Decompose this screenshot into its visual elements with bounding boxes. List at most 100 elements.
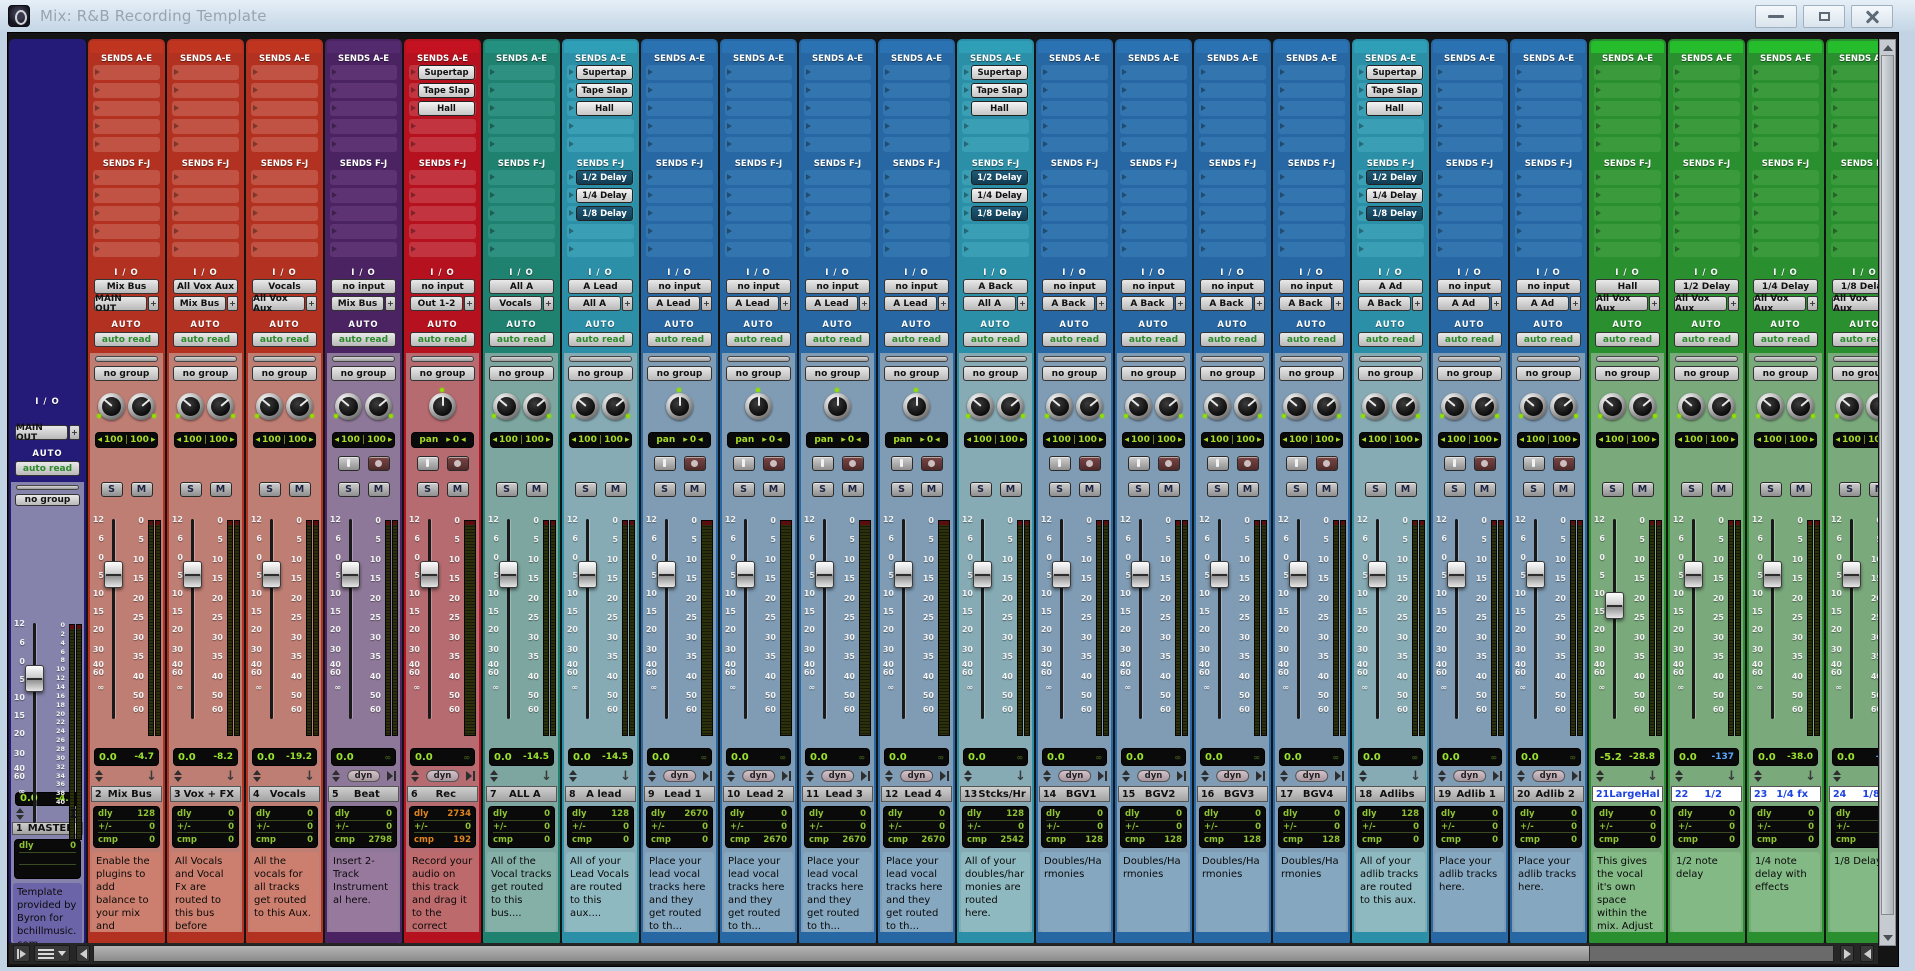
pan-knob[interactable] xyxy=(429,393,456,420)
output-window-button[interactable]: + xyxy=(306,296,317,311)
input-monitor-button[interactable] xyxy=(733,456,755,471)
volume-display[interactable]: 0.0-19.2 xyxy=(252,748,317,766)
pan-knob-right[interactable] xyxy=(1629,393,1656,420)
send-slot[interactable] xyxy=(172,206,239,221)
send-slot[interactable] xyxy=(409,242,476,257)
track-name[interactable]: 21LargeHal xyxy=(1592,786,1663,802)
pan-knob-left[interactable] xyxy=(1204,393,1231,420)
send-slot[interactable]: 1/4 Delay xyxy=(1357,188,1424,203)
minimize-button[interactable] xyxy=(1755,5,1797,28)
send-slot[interactable] xyxy=(93,188,160,203)
fader-thumb[interactable] xyxy=(25,665,44,692)
send-slot[interactable] xyxy=(1436,137,1503,152)
mute-button[interactable]: M xyxy=(131,482,153,497)
send-slot[interactable] xyxy=(725,119,792,134)
send-slot[interactable] xyxy=(804,242,871,257)
volume-display[interactable]: 0.0∞ xyxy=(1200,748,1265,766)
mute-button[interactable]: M xyxy=(1316,482,1338,497)
group-selector[interactable]: no group xyxy=(1595,366,1660,381)
input-selector[interactable]: All A xyxy=(489,279,554,294)
stepper-arrows[interactable] xyxy=(1517,770,1525,782)
record-enable-button[interactable] xyxy=(1079,456,1101,471)
track-name[interactable]: 15BGV2 xyxy=(1118,786,1189,802)
stepper-arrows[interactable] xyxy=(95,770,103,782)
fader-track[interactable] xyxy=(981,519,984,719)
send-slot[interactable] xyxy=(646,83,713,98)
solo-button[interactable]: S xyxy=(970,482,992,497)
mute-button[interactable]: M xyxy=(684,482,706,497)
mute-button[interactable]: M xyxy=(1395,482,1417,497)
pan-knob-right[interactable] xyxy=(207,393,234,420)
output-selector[interactable]: A Back xyxy=(1042,296,1095,311)
fader-track[interactable] xyxy=(586,519,589,719)
send-slot[interactable] xyxy=(1041,224,1108,239)
send-slot[interactable] xyxy=(1041,119,1108,134)
track-name[interactable]: 8A lead xyxy=(565,786,636,802)
output-window-button[interactable]: + xyxy=(148,296,159,311)
send-slot[interactable] xyxy=(251,224,318,239)
send-slot[interactable] xyxy=(1436,242,1503,257)
output-window-button[interactable]: + xyxy=(1333,296,1344,311)
send-slot[interactable] xyxy=(804,137,871,152)
stepper-arrows[interactable] xyxy=(1438,770,1446,782)
send-button[interactable]: Tape Slap xyxy=(418,83,475,98)
automation-mode-selector[interactable]: auto read xyxy=(252,332,317,347)
send-slot[interactable] xyxy=(251,119,318,134)
output-window-button[interactable]: + xyxy=(1096,296,1107,311)
track-comment[interactable]: All Vocals and Vocal Fx are routed to th… xyxy=(171,852,240,932)
fader-thumb[interactable] xyxy=(104,561,123,588)
output-window-button[interactable]: + xyxy=(1570,296,1581,311)
stepper-arrows[interactable] xyxy=(569,770,577,782)
mute-button[interactable]: M xyxy=(1553,482,1575,497)
fader-thumb[interactable] xyxy=(1131,561,1150,588)
input-selector[interactable]: no input xyxy=(1200,279,1265,294)
stepper-arrows[interactable] xyxy=(253,770,261,782)
pan-display[interactable]: ◂100|100▸ xyxy=(1438,432,1501,448)
volume-display[interactable]: -5.2-28.8 xyxy=(1595,748,1660,766)
pan-knob-left[interactable] xyxy=(1362,393,1389,420)
send-slot[interactable] xyxy=(1278,101,1345,116)
pan-knob-right[interactable] xyxy=(286,393,313,420)
output-window-button[interactable]: + xyxy=(622,296,633,311)
mute-button[interactable]: M xyxy=(289,482,311,497)
send-slot[interactable] xyxy=(488,137,555,152)
send-slot[interactable] xyxy=(1199,101,1266,116)
track-comment[interactable]: 1/4 note delay with effects xyxy=(1751,852,1820,932)
pan-knob-right[interactable] xyxy=(1550,393,1577,420)
stepper-arrows[interactable] xyxy=(1596,770,1604,782)
send-slot[interactable] xyxy=(1436,65,1503,80)
stepper-arrows[interactable] xyxy=(411,770,419,782)
pan-knob-left[interactable] xyxy=(493,393,520,420)
send-slot[interactable] xyxy=(1515,83,1582,98)
track-comment[interactable]: Place your adlib tracks here. xyxy=(1514,852,1583,932)
send-slot[interactable]: 1/2 Delay xyxy=(1357,170,1424,185)
input-selector[interactable]: 1/8 Delay xyxy=(1832,279,1878,294)
automation-mode-selector[interactable]: auto read xyxy=(1674,332,1739,347)
send-slot[interactable] xyxy=(962,224,1029,239)
input-monitor-button[interactable] xyxy=(654,456,676,471)
mute-button[interactable]: M xyxy=(842,482,864,497)
input-selector[interactable]: Vocals xyxy=(252,279,317,294)
pan-display[interactable]: ◂100|100▸ xyxy=(964,432,1027,448)
send-slot[interactable] xyxy=(1041,137,1108,152)
record-enable-button[interactable] xyxy=(842,456,864,471)
send-slot[interactable] xyxy=(1831,137,1878,152)
automation-mode-selector[interactable]: auto read xyxy=(1437,332,1502,347)
group-selector[interactable]: no group xyxy=(410,366,475,381)
send-button[interactable]: Supertap xyxy=(576,65,633,80)
send-slot[interactable] xyxy=(883,119,950,134)
voice-selector-dyn[interactable]: dyn xyxy=(742,770,776,782)
input-selector[interactable]: Mix Bus xyxy=(94,279,159,294)
track-comment[interactable]: All the vocals for all tracks get routed… xyxy=(250,852,319,932)
automation-mode-selector[interactable]: auto read xyxy=(1200,332,1265,347)
send-slot[interactable] xyxy=(1673,170,1740,185)
fader-thumb[interactable] xyxy=(736,561,755,588)
pan-knob-left[interactable] xyxy=(1599,393,1626,420)
output-window-button[interactable]: + xyxy=(1807,296,1818,311)
pan-display[interactable]: ◂100|100▸ xyxy=(1122,432,1185,448)
send-slot[interactable] xyxy=(330,224,397,239)
fader-track[interactable] xyxy=(1218,519,1221,719)
solo-button[interactable]: S xyxy=(575,482,597,497)
output-selector[interactable]: Mix Bus xyxy=(173,296,226,311)
pan-knob[interactable] xyxy=(745,393,772,420)
